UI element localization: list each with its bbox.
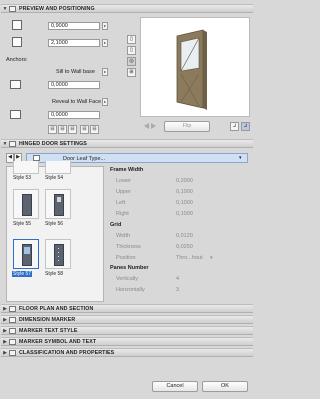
panes-title: Panes Number (110, 265, 149, 271)
collapse-triangle-icon: ▼ (2, 140, 8, 147)
reveal-field[interactable]: 0,0000 (48, 111, 100, 119)
preview-section-icon (9, 5, 16, 12)
grid-position-label: Position (116, 255, 136, 261)
parameter-panel: Frame Width Lower 0,2000 Upper 0,1000 Le… (106, 166, 250, 302)
align-b-button[interactable]: ⊟ (90, 125, 99, 134)
style-label: Style 55 (13, 221, 32, 227)
sill-icon (10, 80, 21, 89)
opening-left-button[interactable]: ⅃ (230, 122, 239, 131)
ok-button[interactable]: OK (202, 381, 248, 392)
grid-position-value[interactable]: Thro...hout (176, 255, 203, 261)
section-icon (9, 338, 16, 345)
frame-right-label: Right (116, 211, 129, 217)
grid-width-label: Width (116, 233, 131, 239)
style-thumb[interactable] (45, 189, 71, 219)
style-thumb[interactable] (13, 161, 39, 174)
frame-left-label: Left (116, 200, 126, 206)
frame-lower-value[interactable]: 0,2000 (176, 178, 193, 184)
panes-vertical-value[interactable]: 4 (176, 276, 179, 282)
style-list[interactable]: Style 53 Style 54 Style 55 Style 56 Styl… (6, 161, 104, 302)
grid-width-value[interactable]: 0,0120 (176, 233, 193, 239)
section-icon (9, 316, 16, 323)
width-field[interactable]: 0,9000 (48, 22, 100, 30)
panes-horizontal-label: Horizontally (116, 287, 145, 293)
section-icon (9, 305, 16, 312)
opening-right-button[interactable]: ⅃ (241, 122, 250, 131)
preview-section-header[interactable]: ▼ PREVIEW AND POSITIONING (1, 4, 253, 13)
sill-anchor-dropdown[interactable]: ▸ (102, 68, 108, 76)
style-label-selected: Style 57 (12, 271, 33, 277)
section-header-classification[interactable]: ▶ CLASSIFICATION AND PROPERTIES (1, 348, 253, 357)
style-thumb-selected[interactable] (13, 239, 39, 269)
expand-triangle-icon: ▶ (3, 327, 7, 334)
reveal-anchor-dropdown[interactable]: ▸ (102, 98, 108, 106)
reveal-icon (10, 110, 21, 119)
flip-button[interactable]: Flip (164, 121, 210, 132)
section-title: FLOOR PLAN AND SECTION (19, 305, 94, 312)
sill-anchor-label: Sill to Wall base (56, 69, 95, 75)
chevron-down-icon: ▾ (239, 155, 242, 161)
frame-width-title: Frame Width (110, 167, 144, 173)
grid-title: Grid (110, 222, 122, 228)
align-a-button[interactable]: ⊟ (80, 125, 89, 134)
door-preview (140, 17, 250, 117)
grid-thickness-label: Thickness (116, 244, 141, 250)
section-title: MARKER SYMBOL AND TEXT (19, 338, 97, 345)
align-right-button[interactable]: ⊟ (68, 125, 77, 134)
cancel-button[interactable]: Cancel (152, 381, 198, 392)
frame-lower-label: Lower (116, 178, 131, 184)
hinged-section-title: HINGED DOOR SETTINGS (19, 140, 87, 147)
style-label: Style 53 (13, 175, 32, 181)
frame-left-value[interactable]: 0,1000 (176, 200, 193, 206)
reveal-anchor-label: Reveal to Wall Face (52, 99, 102, 105)
expand-triangle-icon: ▶ (3, 316, 7, 323)
panes-vertical-label: Vertically (116, 276, 139, 282)
align-left-button[interactable]: ⊟ (48, 125, 57, 134)
panes-horizontal-value[interactable]: 3 (176, 287, 179, 293)
section-header-dimension-marker[interactable]: ▶ DIMENSION MARKER (1, 315, 253, 324)
grid-thickness-value[interactable]: 0,0250 (176, 244, 193, 250)
style-label: Style 56 (45, 221, 64, 227)
height-stepper[interactable]: ▸ (102, 39, 108, 47)
section-title: MARKER TEXT STYLE (19, 327, 78, 334)
hinged-section-header[interactable]: ▼ HINGED DOOR SETTINGS (1, 139, 253, 148)
section-icon (9, 349, 16, 356)
door-3d-image (176, 29, 207, 110)
collapse-triangle-icon: ▼ (2, 5, 8, 12)
style-thumb[interactable] (13, 189, 39, 219)
frame-upper-label: Upper (116, 189, 131, 195)
section-header-floor-plan[interactable]: ▶ FLOOR PLAN AND SECTION (1, 304, 253, 313)
style-label: Style 54 (45, 175, 64, 181)
section-header-marker-text-style[interactable]: ▶ MARKER TEXT STYLE (1, 326, 253, 335)
section-icon (9, 327, 16, 334)
style-label: Style 58 (45, 271, 64, 277)
section-title: DIMENSION MARKER (19, 316, 76, 323)
style-thumb[interactable] (45, 161, 71, 174)
frame-right-value[interactable]: 0,1000 (176, 211, 193, 217)
height-field[interactable]: 2,1000 (48, 39, 100, 47)
width-icon (12, 20, 22, 30)
flip-arrows-icon (143, 122, 157, 131)
hinged-section-icon (9, 140, 16, 147)
view-3d-icon[interactable]: ◎ (127, 57, 136, 66)
chevron-down-icon[interactable]: ▾ (210, 255, 213, 261)
expand-triangle-icon: ▶ (3, 305, 7, 312)
anchors-label: Anchors: (6, 57, 28, 63)
sill-field[interactable]: 0,0000 (48, 81, 100, 89)
expand-triangle-icon: ▶ (3, 349, 7, 356)
section-header-marker-symbol[interactable]: ▶ MARKER SYMBOL AND TEXT (1, 337, 253, 346)
view-2d-icon[interactable]: ▯ (127, 35, 136, 44)
height-icon (12, 37, 22, 47)
style-thumb[interactable] (45, 239, 71, 269)
view-elevation-icon[interactable]: ⊞ (127, 68, 136, 77)
view-section-icon[interactable]: ▯ (127, 46, 136, 55)
align-center-button[interactable]: ⊟ (58, 125, 67, 134)
expand-triangle-icon: ▶ (3, 338, 7, 345)
frame-upper-value[interactable]: 0,1000 (176, 189, 193, 195)
width-stepper[interactable]: ▸ (102, 22, 108, 30)
preview-section-title: PREVIEW AND POSITIONING (19, 5, 95, 12)
section-title: CLASSIFICATION AND PROPERTIES (19, 349, 115, 356)
